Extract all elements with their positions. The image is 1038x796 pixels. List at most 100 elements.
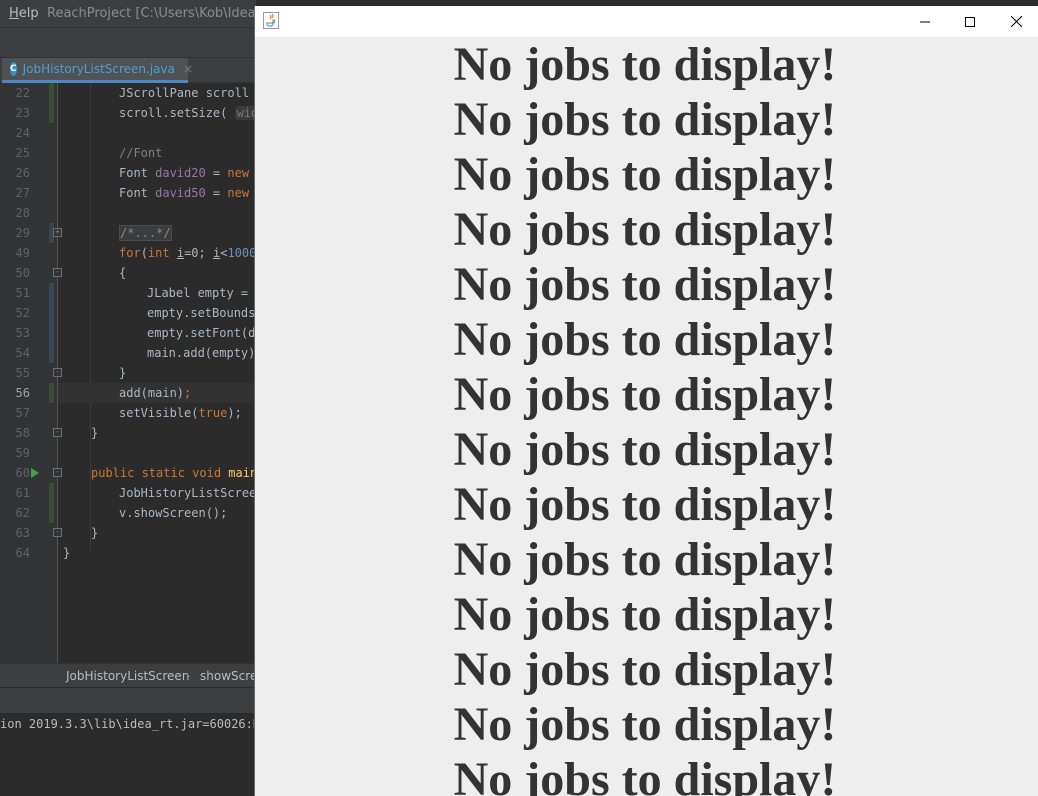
fold-collapse-icon[interactable]: - xyxy=(53,528,62,537)
intellij-ide-window: Help ReachProject [C:\Users\Kob\IdeaProj… xyxy=(0,0,256,796)
empty-jobs-label: No jobs to display! xyxy=(453,93,837,146)
empty-jobs-label: No jobs to display! xyxy=(453,258,837,311)
line-number: 27 xyxy=(15,186,30,200)
empty-jobs-label: No jobs to display! xyxy=(453,533,837,586)
minimize-icon xyxy=(920,21,930,22)
editor-gutter: 22 23 24 25 26 27 28 29 49 50 51 52 53 5… xyxy=(0,83,62,663)
ide-toolbar xyxy=(0,28,256,58)
ide-project-title: ReachProject [C:\Users\Kob\IdeaProjec xyxy=(47,6,256,21)
line-number: 55 xyxy=(15,366,30,380)
run-tool-window-header xyxy=(0,687,256,713)
empty-jobs-label: No jobs to display! xyxy=(453,753,837,796)
tab-label: JobHistoryListScreen.java xyxy=(22,62,175,76)
breadcrumb-class[interactable]: JobHistoryListScreen xyxy=(66,669,189,683)
breadcrumb-separator: › xyxy=(186,669,191,683)
line-number: 64 xyxy=(15,546,30,560)
vcs-change-marker xyxy=(49,483,54,523)
fold-collapse-icon[interactable]: - xyxy=(53,368,62,377)
run-icon[interactable] xyxy=(31,468,39,478)
code-line: { xyxy=(119,266,127,280)
empty-jobs-label: No jobs to display! xyxy=(453,38,837,91)
line-number: 25 xyxy=(15,146,30,160)
vcs-change-marker xyxy=(49,83,54,123)
code-editor[interactable]: 22 23 24 25 26 27 28 29 49 50 51 52 53 5… xyxy=(0,83,256,663)
line-number: 26 xyxy=(15,166,30,180)
code-line: v.showScreen(); xyxy=(119,506,228,520)
code-line: Font david20 = new xyxy=(119,166,250,180)
param-hint: widt xyxy=(234,106,256,120)
java-class-icon: C xyxy=(10,62,17,76)
line-number-current: 56 xyxy=(15,386,30,400)
code-line: Font david50 = new xyxy=(119,186,250,200)
code-line: setVisible(true); xyxy=(119,406,242,420)
code-line: public static void main xyxy=(91,466,256,480)
code-line: //Font xyxy=(119,146,163,160)
ide-menu-bar: Help ReachProject [C:\Users\Kob\IdeaProj… xyxy=(0,0,256,28)
line-number: 28 xyxy=(15,206,30,220)
empty-jobs-label: No jobs to display! xyxy=(453,643,837,696)
fold-collapse-icon[interactable]: - xyxy=(53,468,62,477)
empty-jobs-label: No jobs to display! xyxy=(453,148,837,201)
tab-close-icon[interactable]: × xyxy=(183,62,193,76)
tab-jobhistorylistscreen-java[interactable]: C JobHistoryListScreen.java × xyxy=(2,58,193,83)
line-number: 22 xyxy=(15,86,30,100)
empty-jobs-label: No jobs to display! xyxy=(453,588,837,641)
empty-jobs-label: No jobs to display! xyxy=(453,313,837,366)
code-line: main.add(empty) xyxy=(147,346,256,360)
close-button[interactable] xyxy=(993,6,1038,37)
line-number: 49 xyxy=(15,246,30,260)
line-number: 53 xyxy=(15,326,30,340)
line-number: 24 xyxy=(15,126,30,140)
line-number: 50 xyxy=(15,266,30,280)
line-number: 63 xyxy=(15,526,30,540)
line-number: 57 xyxy=(15,406,30,420)
code-line: } xyxy=(119,366,127,380)
empty-jobs-label: No jobs to display! xyxy=(453,478,837,531)
code-line: JobHistoryListScreen xyxy=(119,486,256,500)
code-line: for(int i=0; i<1000 xyxy=(119,246,256,260)
line-number: 61 xyxy=(15,486,30,500)
code-line-current: add(main); xyxy=(58,383,256,403)
empty-jobs-label: No jobs to display! xyxy=(453,423,837,476)
line-number: 29 xyxy=(15,226,30,240)
fold-expand-icon[interactable]: + xyxy=(53,228,62,237)
line-number: 51 xyxy=(15,286,30,300)
code-line: empty.setBounds xyxy=(147,306,256,320)
code-line: } xyxy=(91,526,99,540)
close-icon xyxy=(1010,16,1022,27)
menu-help[interactable]: Help xyxy=(9,6,39,21)
line-number: 54 xyxy=(15,346,30,360)
console-output-line: ion 2019.3.3\lib\idea_rt.jar=60026:D xyxy=(0,717,256,731)
vcs-change-marker xyxy=(49,283,54,363)
line-number: 23 xyxy=(15,106,30,120)
fold-collapse-icon[interactable]: - xyxy=(53,268,62,277)
empty-jobs-label: No jobs to display! xyxy=(453,698,837,751)
line-number: 52 xyxy=(15,306,30,320)
job-history-scroll-content[interactable]: No jobs to display! No jobs to display! … xyxy=(255,37,1038,796)
breadcrumb: JobHistoryListScreen › showScree xyxy=(0,663,256,687)
line-number: 58 xyxy=(15,426,30,440)
code-line: } xyxy=(63,546,71,560)
java-coffee-icon xyxy=(263,12,279,29)
code-line: scroll.setSize( widt xyxy=(119,103,256,123)
editor-tab-bar: C JobHistoryListScreen.java × xyxy=(0,58,256,83)
minimize-button[interactable] xyxy=(902,6,948,37)
maximize-button[interactable] xyxy=(947,6,993,37)
code-line: JScrollPane scroll xyxy=(119,86,250,100)
code-line: } xyxy=(91,426,99,440)
fold-collapse-icon[interactable]: - xyxy=(53,428,62,437)
line-number: 62 xyxy=(15,506,30,520)
window-title-bar[interactable] xyxy=(255,6,1038,37)
vcs-change-marker xyxy=(49,383,54,403)
run-console[interactable]: ion 2019.3.3\lib\idea_rt.jar=60026:D xyxy=(0,713,256,796)
line-number: 59 xyxy=(15,446,30,460)
code-line: empty.setFont(da xyxy=(147,326,256,340)
java-app-window: No jobs to display! No jobs to display! … xyxy=(254,6,1038,796)
code-line: JLabel empty = xyxy=(147,286,256,300)
empty-jobs-label: No jobs to display! xyxy=(453,368,837,421)
empty-jobs-label: No jobs to display! xyxy=(453,203,837,256)
code-line: /*...*/ xyxy=(119,223,172,243)
breadcrumb-method[interactable]: showScree xyxy=(200,669,256,683)
folded-comment[interactable]: /*...*/ xyxy=(119,225,172,241)
line-number: 60 xyxy=(15,466,30,480)
